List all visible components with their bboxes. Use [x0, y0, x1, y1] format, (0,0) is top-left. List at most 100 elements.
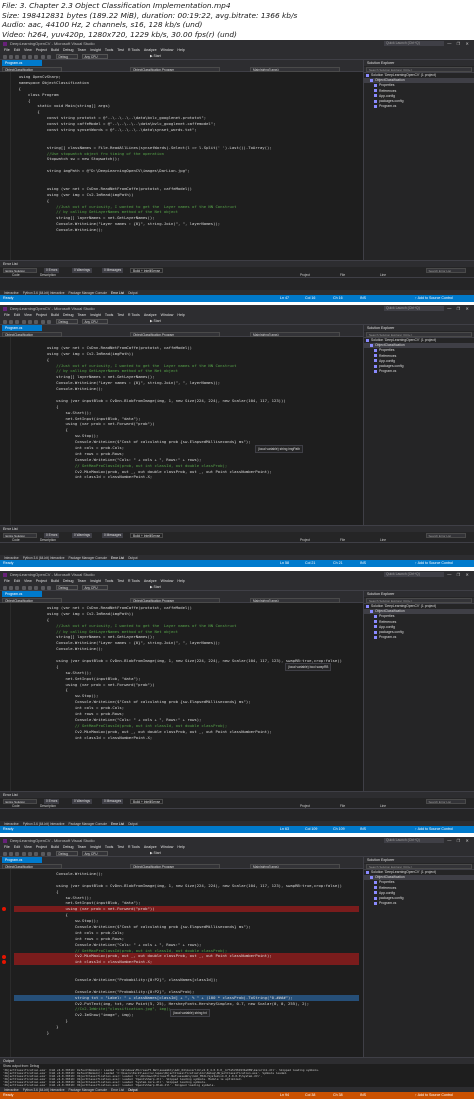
col-code[interactable]: Code [12, 538, 20, 543]
error-scope-dropdown[interactable]: Entire Solution [3, 798, 37, 804]
error-list-search[interactable]: Search Error List [426, 267, 466, 273]
code-line[interactable] [14, 233, 359, 239]
error-scope-dropdown[interactable]: Entire Solution [3, 267, 37, 273]
toolbar-icon-1[interactable] [3, 319, 7, 324]
quick-launch-input[interactable]: Quick Launch (Ctrl+Q) [384, 41, 444, 46]
quick-launch-input[interactable]: Quick Launch (Ctrl+Q) [384, 838, 444, 843]
solution-item[interactable]: Program.cs [364, 104, 474, 109]
errors-filter-button[interactable]: 0 Errors [44, 532, 60, 538]
config-dropdown[interactable]: Debug [56, 54, 78, 59]
errors-filter-button[interactable]: 0 Errors [44, 798, 60, 804]
col-description[interactable]: Description [40, 273, 56, 278]
line-gutter[interactable] [0, 603, 11, 791]
platform-dropdown[interactable]: Any CPU [82, 585, 108, 590]
code-line[interactable] [14, 764, 359, 770]
platform-dropdown[interactable]: Any CPU [82, 54, 108, 59]
error-list-search[interactable]: Search Error List [426, 532, 466, 538]
toolbar-icon-5[interactable] [28, 851, 32, 856]
class-dropdown[interactable]: ObjectClassification.Program [130, 331, 220, 337]
class-dropdown[interactable]: ObjectClassification.Program [130, 597, 220, 603]
platform-dropdown[interactable]: Any CPU [82, 851, 108, 856]
toolbar-icon-8[interactable] [47, 54, 51, 59]
line-gutter[interactable] [0, 337, 11, 525]
build-intellisense-dropdown[interactable]: Build + IntelliSense [130, 532, 164, 538]
col-line[interactable]: Line [380, 538, 386, 543]
config-dropdown[interactable]: Debug [56, 585, 78, 590]
project-dropdown[interactable]: ObjectClassification [2, 66, 62, 72]
class-dropdown[interactable]: ObjectClassification.Program [130, 66, 220, 72]
col-description[interactable]: Description [40, 804, 56, 809]
solution-search-input[interactable]: Search Solution Explorer (Ctrl+;) [366, 864, 472, 869]
quick-launch-input[interactable]: Quick Launch (Ctrl+Q) [384, 306, 444, 311]
col-code[interactable]: Code [12, 804, 20, 809]
member-dropdown[interactable]: Main(string[] args) [250, 597, 340, 603]
toolbar-icon-1[interactable] [3, 585, 7, 590]
toolbar-icon-8[interactable] [47, 585, 51, 590]
solution-search-input[interactable]: Search Solution Explorer (Ctrl+;) [366, 598, 472, 603]
toolbar-icon-4[interactable] [22, 54, 26, 59]
toolbar-icon-2[interactable] [9, 54, 13, 59]
toolbar-icon-3[interactable] [15, 54, 19, 59]
toolbar-icon-6[interactable] [34, 851, 38, 856]
toolbar-icon-7[interactable] [41, 54, 45, 59]
config-dropdown[interactable]: Debug [56, 851, 78, 856]
solution-item[interactable]: Program.cs [364, 369, 474, 374]
toolbar-icon-7[interactable] [41, 319, 45, 324]
window-controls[interactable]: — ❐ ✕ [447, 306, 471, 311]
toolbar-icon-6[interactable] [34, 585, 38, 590]
build-intellisense-dropdown[interactable]: Build + IntelliSense [130, 267, 164, 273]
toolbar-icon-4[interactable] [22, 851, 26, 856]
col-project[interactable]: Project [300, 804, 310, 809]
toolbar-icon-2[interactable] [9, 319, 13, 324]
add-to-source-control[interactable]: ↑ Add to Source Control [415, 295, 453, 302]
col-file[interactable]: File [340, 804, 345, 809]
window-controls[interactable]: — ❐ ✕ [447, 572, 471, 577]
code-area[interactable]: Console.WriteLine(); using (var inputBlo… [0, 869, 363, 1057]
toolbar-icon-3[interactable] [15, 319, 19, 324]
toolbar-icon-6[interactable] [34, 54, 38, 59]
window-controls[interactable]: — ❐ ✕ [447, 838, 471, 843]
toolbar-icon-6[interactable] [34, 319, 38, 324]
toolbar-icon-5[interactable] [28, 319, 32, 324]
toolbar-icon-2[interactable] [9, 585, 13, 590]
error-scope-dropdown[interactable]: Entire Solution [3, 532, 37, 538]
toolbar-icon-4[interactable] [22, 585, 26, 590]
platform-dropdown[interactable]: Any CPU [82, 319, 108, 324]
config-dropdown[interactable]: Debug [56, 319, 78, 324]
col-line[interactable]: Line [380, 273, 386, 278]
class-dropdown[interactable]: ObjectClassification.Program [130, 863, 220, 869]
member-dropdown[interactable]: Main(string[] args) [250, 331, 340, 337]
quick-launch-input[interactable]: Quick Launch (Ctrl+Q) [384, 572, 444, 577]
toolbar-icon-4[interactable] [22, 319, 26, 324]
window-controls[interactable]: — ❐ ✕ [447, 41, 471, 46]
code-line[interactable] [14, 498, 359, 504]
col-project[interactable]: Project [300, 273, 310, 278]
project-dropdown[interactable]: ObjectClassification [2, 331, 62, 337]
solution-item[interactable]: Program.cs [364, 635, 474, 640]
messages-filter-button[interactable]: 0 Messages [102, 267, 124, 273]
solution-search-input[interactable]: Search Solution Explorer (Ctrl+;) [366, 67, 472, 72]
line-gutter[interactable] [0, 72, 11, 260]
warnings-filter-button[interactable]: 0 Warnings [72, 267, 93, 273]
code-area[interactable]: using (var net = CvDnn.ReadNetFromCaffe(… [0, 603, 363, 791]
breakpoint-icon[interactable] [2, 954, 6, 959]
warnings-filter-button[interactable]: 0 Warnings [72, 798, 93, 804]
code-line[interactable]: } [14, 1030, 359, 1036]
member-dropdown[interactable]: Main(string[] args) [250, 66, 340, 72]
start-button[interactable]: ▶ Start [150, 851, 184, 856]
col-project[interactable]: Project [300, 538, 310, 543]
messages-filter-button[interactable]: 0 Messages [102, 798, 124, 804]
toolbar-icon-8[interactable] [47, 319, 51, 324]
project-dropdown[interactable]: ObjectClassification [2, 597, 62, 603]
toolbar-icon-5[interactable] [28, 54, 32, 59]
project-dropdown[interactable]: ObjectClassification [2, 863, 62, 869]
toolbar-icon-3[interactable] [15, 585, 19, 590]
code-area[interactable]: using (var net = CvDnn.ReadNetFromCaffe(… [0, 337, 363, 525]
warnings-filter-button[interactable]: 0 Warnings [72, 532, 93, 538]
col-line[interactable]: Line [380, 804, 386, 809]
add-to-source-control[interactable]: ↑ Add to Source Control [415, 560, 453, 567]
errors-filter-button[interactable]: 0 Errors [44, 267, 60, 273]
toolbar-icon-5[interactable] [28, 585, 32, 590]
col-file[interactable]: File [340, 538, 345, 543]
toolbar-icon-3[interactable] [15, 851, 19, 856]
